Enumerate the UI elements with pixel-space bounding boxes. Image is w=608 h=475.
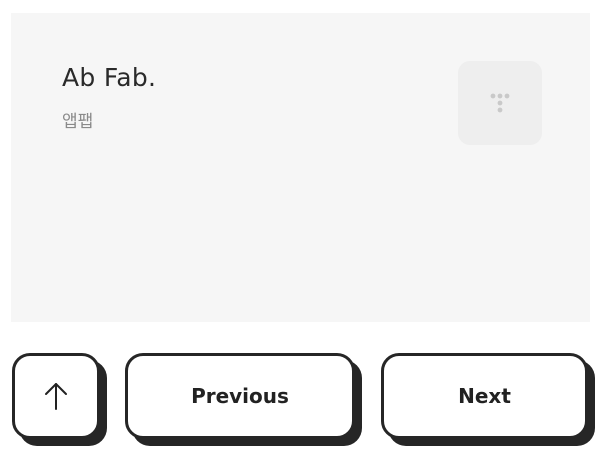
app-logo	[458, 61, 542, 145]
app-subtitle: 앱팹	[62, 112, 94, 132]
dots-t-logo-icon	[490, 93, 510, 113]
arrow-up-icon	[45, 383, 67, 410]
next-button[interactable]: Next	[381, 353, 588, 439]
app-title: Ab Fab.	[62, 63, 157, 92]
app-card[interactable]: Ab Fab. 앱팹	[11, 13, 590, 322]
scroll-top-button[interactable]	[12, 353, 100, 439]
previous-button[interactable]: Previous	[125, 353, 355, 439]
